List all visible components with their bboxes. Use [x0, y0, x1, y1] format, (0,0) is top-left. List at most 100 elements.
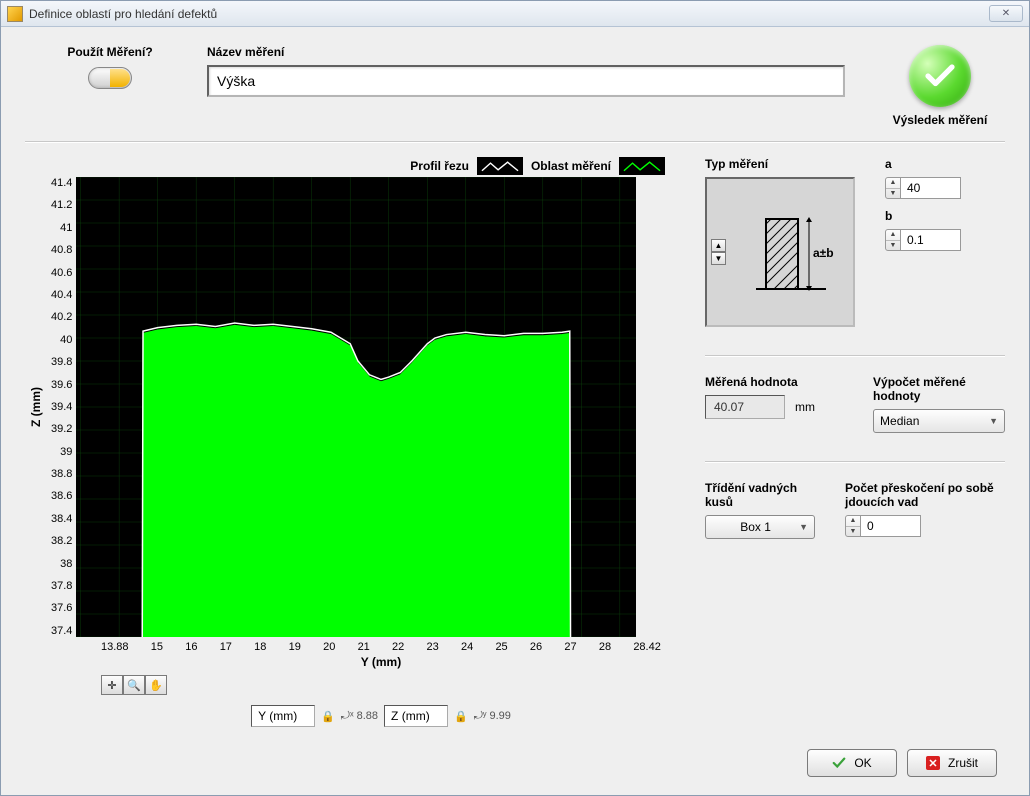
x-tick: 18: [254, 641, 266, 653]
dialog-buttons: OK ✕ Zrušit: [25, 739, 1005, 783]
sort-select[interactable]: Box 1 ▼: [705, 515, 815, 539]
titlebar[interactable]: Definice oblastí pro hledání defektů ✕: [1, 1, 1029, 27]
sort-group: Třídění vadných kusů Box 1 ▼: [705, 481, 815, 539]
y-tick: 41.2: [51, 199, 72, 211]
y-tick: 38: [51, 558, 72, 570]
window-close-button[interactable]: ✕: [989, 5, 1023, 22]
lock-icon[interactable]: 🔒: [321, 710, 335, 723]
plot[interactable]: [76, 177, 636, 637]
a-group: a ▲▼ 40: [885, 157, 961, 199]
a-label: a: [885, 157, 961, 171]
x-tick: 27: [564, 641, 576, 653]
right-panel: Typ měření ▲ ▼: [665, 157, 1005, 739]
y-format-button[interactable]: ⤾ˣ 8.88: [341, 710, 378, 723]
y-tick: 37.6: [51, 602, 72, 614]
spin-down-button[interactable]: ▼: [886, 241, 900, 251]
sort-label: Třídění vadných kusů: [705, 481, 815, 509]
spin-up-button[interactable]: ▲: [886, 230, 900, 241]
toggle-indicator: [110, 69, 130, 87]
name-label: Název měření: [195, 45, 875, 59]
y-tick: 37.8: [51, 580, 72, 592]
result-label: Výsledek měření: [875, 113, 1005, 127]
crosshair-tool[interactable]: ✛: [101, 675, 123, 695]
legend-profile-swatch: [477, 157, 523, 175]
ok-button[interactable]: OK: [807, 749, 897, 777]
x-axis-label: Y (mm): [101, 653, 661, 669]
x-tick: 20: [323, 641, 335, 653]
a-input[interactable]: ▲▼ 40: [885, 177, 961, 199]
y-tick: 40.6: [51, 267, 72, 279]
type-selector[interactable]: ▲ ▼: [705, 177, 855, 327]
use-measurement-toggle[interactable]: [88, 67, 132, 89]
type-up-button[interactable]: ▲: [711, 239, 726, 252]
x-tick: 26: [530, 641, 542, 653]
measured-group: Měřená hodnota 40.07 mm: [705, 375, 843, 433]
y-tick: 39.6: [51, 379, 72, 391]
type-group: Typ měření ▲ ▼: [705, 157, 855, 327]
check-icon: [832, 756, 846, 770]
y-tick: 38.4: [51, 513, 72, 525]
pan-tool[interactable]: ✋: [145, 675, 167, 695]
b-label: b: [885, 209, 961, 223]
result-ok-icon: [909, 45, 971, 107]
y-axis-ticks: 41.441.24140.840.640.440.24039.839.639.4…: [47, 177, 76, 637]
zoom-tool[interactable]: 🔍: [123, 675, 145, 695]
x-tick: 17: [220, 641, 232, 653]
skip-input[interactable]: ▲▼ 0: [845, 515, 1005, 537]
window: Definice oblastí pro hledání defektů ✕ P…: [0, 0, 1030, 796]
type-down-button[interactable]: ▼: [711, 252, 726, 265]
y-axis-label: Z (mm): [25, 177, 47, 637]
close-icon: ✕: [1002, 8, 1010, 19]
x-tick: 28: [599, 641, 611, 653]
spin-up-button[interactable]: ▲: [886, 178, 900, 189]
axis-controls: Y (mm) 🔒 ⤾ˣ 8.88 Z (mm) 🔒 ⤾ʸ 9.99: [101, 695, 661, 727]
y-tick: 37.4: [51, 625, 72, 637]
legend-area-swatch: [619, 157, 665, 175]
b-input[interactable]: ▲▼ 0.1: [885, 229, 961, 251]
z-axis-name-input[interactable]: Z (mm): [384, 705, 448, 727]
y-tick: 40: [51, 334, 72, 346]
lock-icon[interactable]: 🔒: [454, 710, 468, 723]
x-tick: 13.88: [101, 641, 129, 653]
use-measurement-group: Použít Měření?: [25, 45, 195, 89]
x-tick: 16: [185, 641, 197, 653]
x-icon: ✕: [926, 756, 940, 770]
chart-legend: Profil řezu Oblast měření: [25, 157, 665, 175]
x-tick: 24: [461, 641, 473, 653]
chevron-down-icon: ▼: [799, 522, 808, 532]
legend-profile-label: Profil řezu: [410, 159, 469, 173]
y-tick: 40.2: [51, 311, 72, 323]
chart-toolbox: ✛ 🔍 ✋: [101, 675, 665, 695]
content: Použít Měření? Název měření Výška Výsled…: [1, 27, 1029, 795]
y-axis-name-input[interactable]: Y (mm): [251, 705, 315, 727]
measured-value: 40.07: [705, 395, 785, 419]
result-group: Výsledek měření: [875, 45, 1005, 127]
x-tick: 15: [151, 641, 163, 653]
spin-up-button[interactable]: ▲: [846, 516, 860, 527]
z-format-button[interactable]: ⤾ʸ 9.99: [474, 710, 511, 723]
header-row: Použít Měření? Název měření Výška Výsled…: [25, 45, 1005, 127]
measurement-name-input[interactable]: Výška: [207, 65, 845, 97]
x-tick: 28.42: [633, 641, 661, 653]
spin-down-button[interactable]: ▼: [886, 189, 900, 199]
calc-group: Výpočet měřené hodnoty Median ▼: [873, 375, 1005, 433]
chart-column: Profil řezu Oblast měření Z (mm) 41.441.…: [25, 157, 665, 739]
main-row: Profil řezu Oblast měření Z (mm) 41.441.…: [25, 157, 1005, 739]
cancel-button[interactable]: ✕ Zrušit: [907, 749, 997, 777]
y-tick: 41: [51, 222, 72, 234]
y-tick: 39: [51, 446, 72, 458]
x-tick: 22: [392, 641, 404, 653]
type-label: Typ měření: [705, 157, 855, 171]
y-tick: 40.4: [51, 289, 72, 301]
divider: [705, 461, 1005, 463]
type-illustration: a±b: [751, 209, 841, 299]
svg-text:a±b: a±b: [813, 246, 834, 260]
y-tick: 39.8: [51, 356, 72, 368]
legend-area-label: Oblast měření: [531, 159, 611, 173]
chevron-down-icon: ▼: [989, 416, 998, 426]
x-tick: 21: [358, 641, 370, 653]
name-group: Název měření Výška: [195, 45, 875, 97]
y-tick: 38.2: [51, 535, 72, 547]
calc-select[interactable]: Median ▼: [873, 409, 1005, 433]
chart-area: Z (mm) 41.441.24140.840.640.440.24039.83…: [25, 177, 665, 637]
